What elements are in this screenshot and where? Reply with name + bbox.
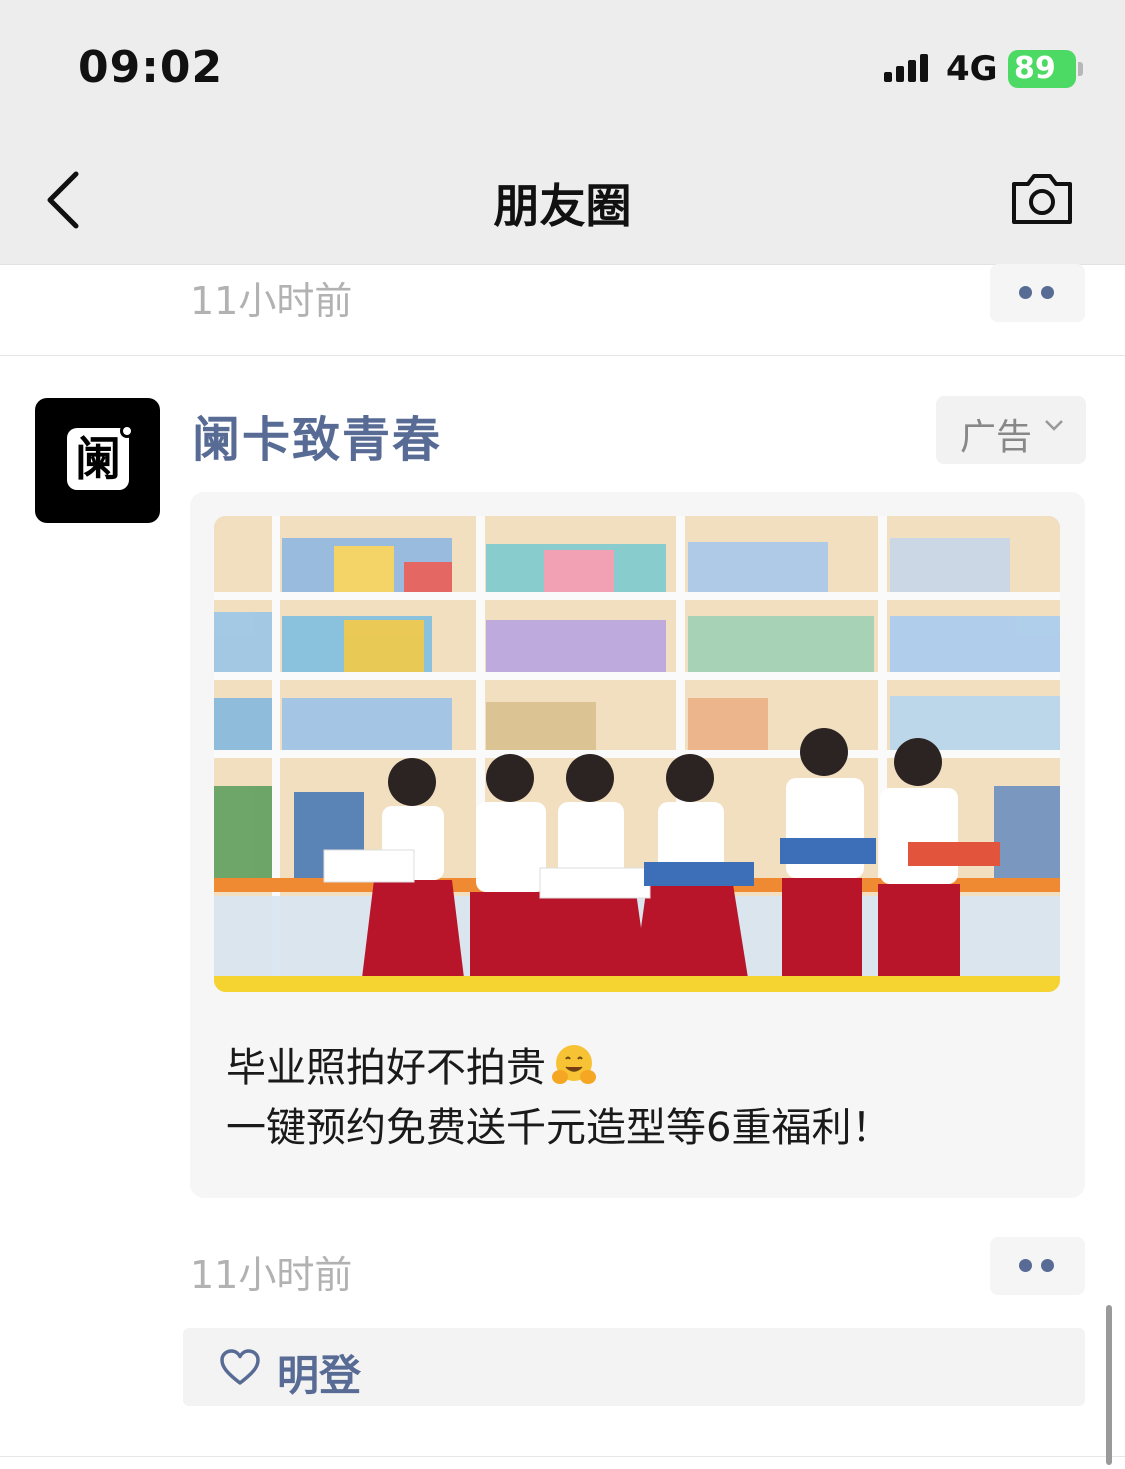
more-dot-icon	[1041, 1259, 1054, 1272]
battery-cap	[1078, 62, 1083, 76]
caption-line-1: 毕业照拍好不拍贵	[226, 1038, 1066, 1098]
heart-icon	[220, 1349, 260, 1385]
ad-label: 广告	[960, 417, 1033, 458]
caption-line-2: 一键预约免费送千元造型等6重福利！	[226, 1105, 892, 1151]
author-avatar[interactable]: 阑	[35, 398, 160, 523]
hugging-face-emoji-icon	[552, 1045, 596, 1084]
ad-post-more-button[interactable]	[990, 1237, 1085, 1295]
network-type: 4G	[946, 49, 998, 89]
likes-panel: 明登	[183, 1328, 1085, 1406]
more-dot-icon	[1041, 286, 1054, 299]
ad-post-timestamp: 11小时前	[190, 1253, 353, 1297]
ad-caption: 毕业照拍好不拍贵 一键预约免费送千元造型等6重福利！	[226, 1038, 1066, 1158]
more-dot-icon	[1019, 1259, 1032, 1272]
signal-icon	[884, 54, 928, 82]
previous-post-more-button[interactable]	[990, 264, 1085, 322]
chevron-down-icon	[1045, 420, 1063, 431]
scrollbar[interactable]	[1106, 1305, 1112, 1465]
author-name[interactable]: 阑卡致青春	[192, 400, 442, 470]
ad-photo[interactable]	[214, 516, 1060, 992]
avatar-logo: 阑	[67, 428, 129, 490]
top-bar: 09:02 4G 89 朋友圈	[0, 0, 1125, 265]
avatar-dot	[120, 424, 134, 438]
battery-level: 89	[1014, 51, 1056, 86]
previous-post-timestamp: 11小时前	[190, 279, 353, 323]
liker-name[interactable]: 明登	[277, 1342, 361, 1403]
camera-button[interactable]	[1008, 170, 1076, 228]
bookshelf-students-image	[214, 516, 1060, 992]
back-button[interactable]	[38, 168, 90, 232]
battery-indicator: 89	[1008, 50, 1076, 88]
ad-card[interactable]: 毕业照拍好不拍贵 一键预约免费送千元造型等6重福利！	[190, 492, 1085, 1198]
post-divider	[0, 1456, 1125, 1457]
page-title: 朋友圈	[493, 179, 632, 233]
status-time: 09:02	[78, 42, 224, 93]
ad-label-button[interactable]: 广告	[936, 396, 1086, 464]
post-divider	[0, 355, 1125, 356]
more-dot-icon	[1019, 286, 1032, 299]
